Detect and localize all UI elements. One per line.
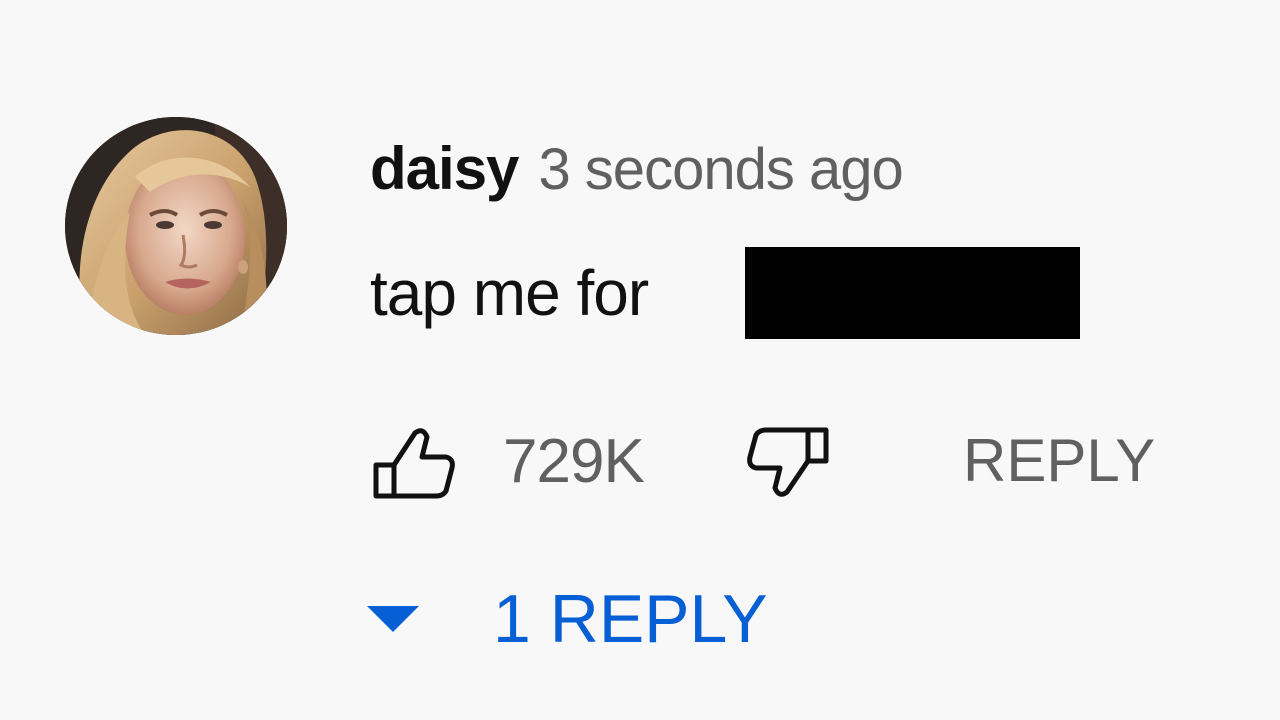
comment-text: tap me for: [370, 257, 649, 329]
thumbs-down-icon: [747, 427, 829, 497]
like-count: 729K: [503, 427, 645, 496]
like-button[interactable]: [370, 425, 460, 500]
comment-timestamp[interactable]: 3 seconds ago: [538, 137, 903, 202]
thumbs-up-icon: [373, 428, 455, 499]
avatar[interactable]: [65, 117, 287, 335]
dislike-button[interactable]: [746, 425, 836, 500]
comment-actions: 729K REPLY: [370, 420, 1190, 500]
comment-header: daisy 3 seconds ago: [370, 134, 904, 206]
view-replies-button[interactable]: 1 REPLY: [363, 580, 843, 660]
redaction-block: [745, 247, 1080, 339]
replies-label: 1 REPLY: [493, 581, 768, 657]
reply-button[interactable]: REPLY: [963, 426, 1155, 495]
comment-body: tap me for: [370, 256, 649, 336]
comment-thread: daisy 3 seconds ago tap me for 729K REPLY…: [0, 0, 1280, 720]
author-name[interactable]: daisy: [370, 135, 519, 202]
caret-down-icon: [367, 606, 419, 632]
